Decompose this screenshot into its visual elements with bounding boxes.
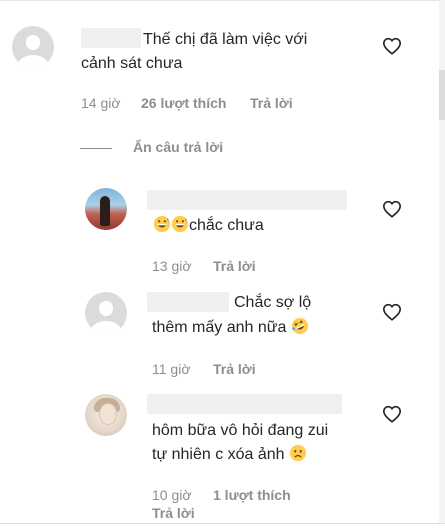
comment-item: Thế chị đã làm việc với cảnh sát chưa 14… [0, 0, 440, 130]
username-redacted[interactable] [147, 394, 342, 414]
reply-button[interactable]: Trả lời [213, 258, 256, 274]
reply-button[interactable]: Trả lời [250, 95, 293, 111]
heart-icon[interactable] [382, 37, 402, 55]
reply-text-line-2-text: thêm mấy anh nữa [152, 319, 287, 336]
reply-text: chắc chưa [153, 214, 264, 238]
comment-likes[interactable]: 26 lượt thích [141, 95, 226, 111]
reply-text-line-2: tự nhiên c xóa ảnh [152, 443, 307, 467]
reply-button-label[interactable]: Trả lời [152, 505, 195, 521]
grinning-sweat-emoji [153, 215, 171, 233]
reply-likes[interactable]: 1 lượt thích [213, 487, 291, 503]
divider-line [80, 148, 112, 149]
username-redacted[interactable] [147, 190, 347, 210]
comment-time[interactable]: 14 giờ [81, 95, 121, 111]
reply-button-label[interactable]: Trả lời [250, 95, 293, 111]
reply-button-label[interactable]: Trả lời [213, 361, 256, 377]
reply-likes-count[interactable]: 1 lượt thích [213, 487, 291, 503]
heart-icon[interactable] [382, 303, 402, 321]
reply-item: chắc chưa 13 giờ Trả lời [0, 180, 440, 280]
reply-meta: 10 giờ 1 lượt thích Trả lời [152, 487, 372, 523]
reply-time[interactable]: 13 giờ [152, 258, 192, 274]
username-redacted[interactable] [147, 292, 229, 312]
reply-item: hôm bữa vô hỏi đang zui tự nhiên c xóa ả… [0, 388, 440, 523]
reply-text-line-2-text: tự nhiên c xóa ảnh [152, 446, 285, 463]
reply-button-label[interactable]: Trả lời [213, 258, 256, 274]
sad-face-emoji [289, 444, 307, 462]
comment-text-line-2: cảnh sát chưa [81, 55, 183, 72]
reply-text-line-1: chắc chưa [189, 217, 264, 234]
hide-replies-label[interactable]: Ẩn câu trả lời [133, 139, 223, 155]
reply-button[interactable]: Trả lời [152, 505, 195, 521]
default-avatar[interactable] [85, 292, 127, 334]
comment-meta: 14 giờ 26 lượt thích Trả lời [81, 95, 381, 113]
photo-avatar[interactable] [85, 394, 127, 436]
reply-meta: 13 giờ Trả lời [152, 258, 352, 276]
reply-meta: 11 giờ Trả lời [152, 361, 352, 379]
reply-text-line-1: hôm bữa vô hỏi đang zui [152, 422, 329, 439]
reply-time[interactable]: 11 giờ [152, 361, 191, 377]
comment-text-line-1: Thế chị đã làm việc với [143, 31, 308, 48]
heart-icon[interactable] [382, 405, 402, 423]
rolling-laughing-emoji [291, 317, 308, 335]
heart-icon[interactable] [382, 200, 402, 218]
username-redacted[interactable] [81, 28, 141, 48]
photo-avatar[interactable] [85, 188, 127, 230]
reply-time[interactable]: 10 giờ [152, 487, 192, 503]
reply-button[interactable]: Trả lời [213, 361, 256, 377]
grinning-sweat-emoji [171, 215, 189, 233]
reply-text-line-1: Chắc sợ lộ [234, 294, 312, 311]
comment-likes-count[interactable]: 26 lượt thích [141, 95, 226, 111]
reply-text-line-2: thêm mấy anh nữa [152, 316, 309, 340]
reply-item: Chắc sợ lộ thêm mấy anh nữa 11 giờ Trả l… [0, 285, 440, 385]
default-avatar[interactable] [12, 26, 54, 68]
